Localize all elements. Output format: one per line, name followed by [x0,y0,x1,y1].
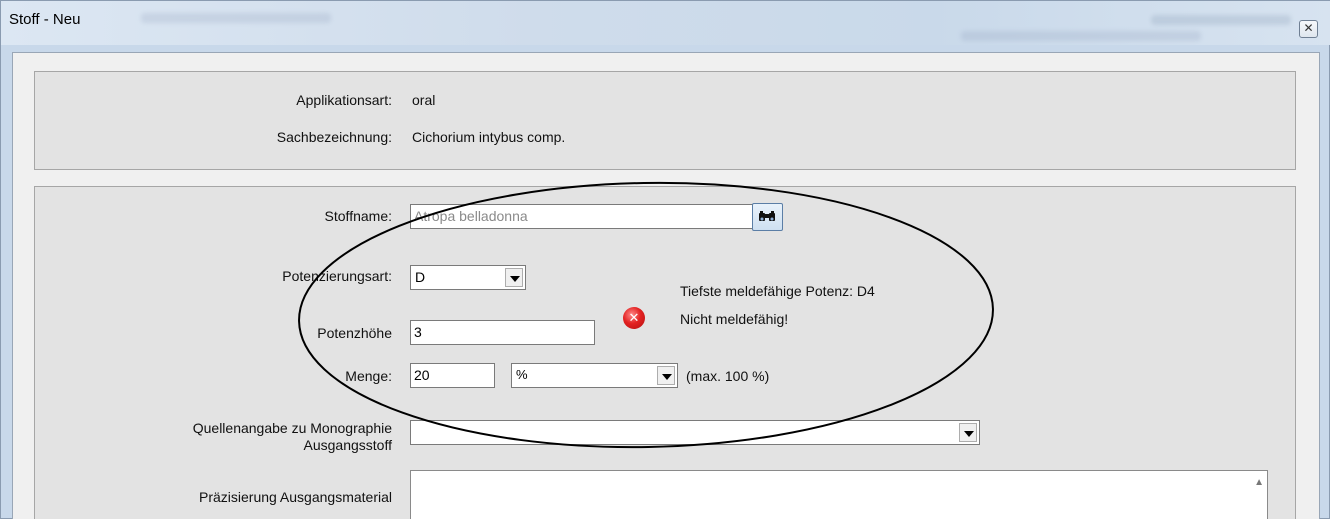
min-potency-text: Tiefste meldefähige Potenz: D4 [680,283,875,299]
dropdown-button[interactable] [959,423,977,442]
title-bar-background-blur [961,31,1201,41]
dropdown-button[interactable] [657,366,675,385]
potenzierungsart-select[interactable]: D [410,265,526,290]
sachbezeichnung-value: Cichorium intybus comp. [412,129,566,145]
praezisierung-label: Präzisierung Ausgangsmaterial [199,489,392,505]
quelle-label: Quellenangabe zu Monographie Ausgangssto… [192,420,392,453]
title-bar-background-blur [1151,15,1291,25]
stoffname-field[interactable]: Atropa belladonna [410,204,753,229]
quelle-select[interactable] [410,420,980,445]
praezisierung-textarea[interactable]: ▲ [410,470,1268,519]
chevron-down-icon [964,431,974,437]
applikationsart-label: Applikationsart: [296,92,392,108]
window-title: Stoff - Neu [9,11,81,28]
menge-unit-select[interactable]: % [511,363,678,388]
dropdown-button[interactable] [505,268,523,287]
potenzhoehe-field[interactable]: 3 [410,320,595,345]
menge-field[interactable]: 20 [410,363,495,388]
scroll-up-icon[interactable]: ▲ [1254,477,1264,488]
chevron-down-icon [662,374,672,380]
binoculars-icon [759,211,775,221]
search-substance-button[interactable] [752,203,783,231]
sachbezeichnung-label: Sachbezeichnung: [276,129,392,145]
close-icon: ✕ [1303,21,1314,35]
title-bar-background-blur [141,13,331,23]
potenzierungsart-label: Potenzierungsart: [282,268,392,284]
potenzierungsart-selected: D [415,269,426,285]
error-x-icon: ✕ [623,307,645,329]
potenzhoehe-label: Potenzhöhe [317,325,392,341]
stoffname-label: Stoffname: [324,208,392,224]
menge-unit-selected: % [516,367,528,382]
chevron-down-icon [510,276,520,282]
menge-label: Menge: [345,368,392,384]
close-button[interactable]: ✕ [1299,20,1318,38]
info-group [34,71,1296,170]
applikationsart-value: oral [412,92,436,108]
not-reportable-text: Nicht meldefähig! [680,311,789,327]
menge-max-hint: (max. 100 %) [686,368,770,384]
title-bar[interactable]: Stoff - Neu ✕ [1,1,1330,45]
